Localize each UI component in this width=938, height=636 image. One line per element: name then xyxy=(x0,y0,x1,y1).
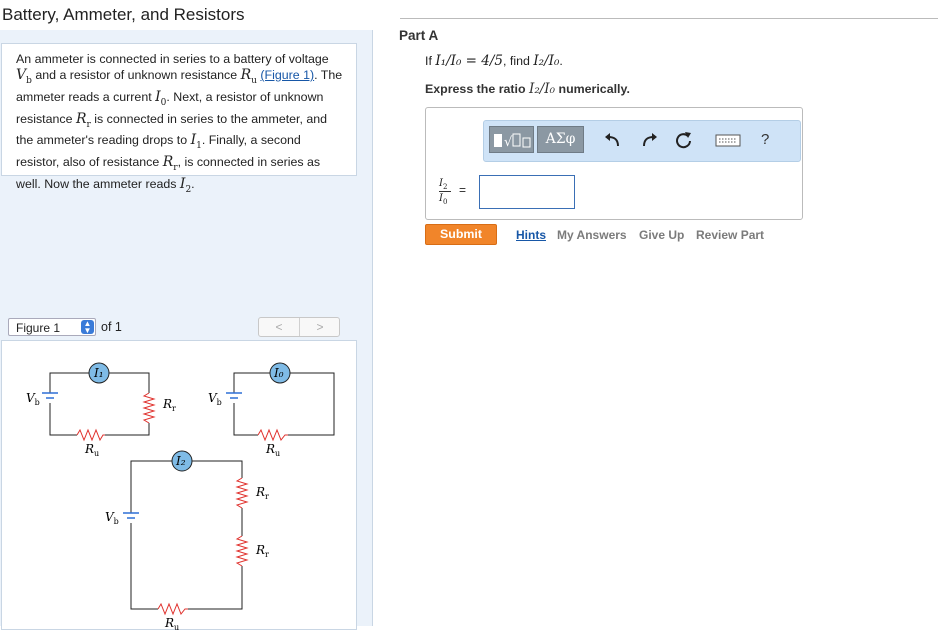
circuit-diagram: I₁ Vb Rr Ru I₀ Vb Ru I₂ Vb Rr Rr Ru xyxy=(26,362,335,632)
equals-sign: = xyxy=(459,183,467,197)
figure-count: of 1 xyxy=(101,320,122,334)
vb-label: Vb xyxy=(105,510,119,526)
ru-label: Ru xyxy=(265,442,280,458)
instruction-text: Express the ratio I₂/I₀ numerically. xyxy=(425,81,630,97)
label-numerator: I2 xyxy=(439,178,448,191)
circuit-2 xyxy=(130,460,243,610)
instruction-part: Express the ratio xyxy=(425,82,526,96)
vb-label: Vb xyxy=(26,391,40,407)
ammeter-label: I₀ xyxy=(273,366,284,380)
reset-icon[interactable] xyxy=(674,130,694,150)
part-title: Part A xyxy=(399,28,439,43)
problem-text: and a resistor of unknown resistance xyxy=(35,68,238,82)
hints-link[interactable]: Hints xyxy=(516,228,546,242)
resistor-icon xyxy=(142,392,156,424)
ammeter-label: I₁ xyxy=(93,366,104,380)
target-ratio: I₂/I₀ xyxy=(533,53,560,69)
symbol-i1: I1 xyxy=(190,132,202,152)
answer-label: I2 I0 xyxy=(437,176,457,210)
prev-figure-button[interactable]: < xyxy=(259,318,299,336)
problem-text: . xyxy=(191,176,195,191)
figure-select-value: Figure 1 xyxy=(16,321,61,335)
given-ratio: I₁/I₀ = 4/5 xyxy=(435,53,504,69)
vb-label: Vb xyxy=(208,391,222,407)
resistor-icon xyxy=(257,428,288,442)
figure-link[interactable]: (Figure 1) xyxy=(260,68,314,82)
ru-label: Ru xyxy=(164,616,179,631)
figure-navigation: Figure 1 ▲ ▼ of 1 < > xyxy=(1,316,357,340)
my-answers-link[interactable]: My Answers xyxy=(557,228,627,242)
math-toolbar: √ ΑΣφ ? xyxy=(483,120,801,162)
rr-label: Rr xyxy=(255,543,269,559)
svg-text:√: √ xyxy=(504,135,513,150)
rr-label: Rr xyxy=(162,397,176,413)
symbol-ru: Ru xyxy=(240,67,257,86)
answer-input[interactable] xyxy=(479,175,575,209)
resistor-icon xyxy=(76,428,105,442)
question-if: If xyxy=(425,54,432,68)
ru-label: Ru xyxy=(84,442,99,458)
question-end: . xyxy=(559,54,563,68)
symbol-rr2: Rr xyxy=(162,154,178,173)
figure-panel: I₁ Vb Rr Ru I₀ Vb Ru I₂ Vb Rr Rr Ru xyxy=(1,340,357,632)
header-rule xyxy=(400,18,938,19)
symbol-rr: Rr xyxy=(75,110,91,130)
figure-select[interactable]: Figure 1 ▲ ▼ xyxy=(8,318,96,336)
submit-button[interactable]: Submit xyxy=(425,224,497,245)
give-up-link[interactable]: Give Up xyxy=(639,228,684,242)
page-title: Battery, Ammeter, and Resistors xyxy=(2,5,245,24)
label-denominator: I0 xyxy=(439,193,448,206)
symbol-i2: I2 xyxy=(179,175,192,195)
action-bar: Submit Hints My Answers Give Up Review P… xyxy=(425,224,805,246)
undo-icon[interactable] xyxy=(603,130,623,150)
resistor-icon xyxy=(235,535,249,567)
symbol-vb: Vb xyxy=(16,67,32,86)
fraction-bar xyxy=(439,191,451,192)
templates-button[interactable]: √ xyxy=(489,126,534,153)
resistor-icon xyxy=(157,602,188,616)
keyboard-icon[interactable] xyxy=(715,130,741,150)
review-part-link[interactable]: Review Part xyxy=(696,228,764,242)
answer-panel: √ ΑΣφ ? I2 I0 = xyxy=(425,107,803,220)
resistor-icon xyxy=(235,477,249,509)
problem-text: An ammeter is connected in series to a b… xyxy=(16,52,329,66)
redo-icon[interactable] xyxy=(639,130,659,150)
question-find: , find xyxy=(503,54,530,68)
instruction-part: numerically. xyxy=(558,82,630,96)
left-column: An ammeter is connected in series to a b… xyxy=(0,30,373,632)
help-icon[interactable]: ? xyxy=(761,131,769,148)
rr-label: Rr xyxy=(255,485,269,501)
templates-icon: √ xyxy=(494,133,531,150)
figure-pager: < > xyxy=(258,317,340,337)
instruction-symbol: I₂/I₀ xyxy=(529,81,556,97)
select-arrows-icon: ▲ ▼ xyxy=(81,320,94,335)
greek-button[interactable]: ΑΣφ xyxy=(537,126,584,153)
problem-statement: An ammeter is connected in series to a b… xyxy=(1,43,357,195)
symbol-i0: I0 xyxy=(155,88,167,108)
question-text: If I₁/I₀ = 4/5, find I₂/I₀. xyxy=(425,53,563,69)
ammeter-label: I₂ xyxy=(175,454,186,468)
next-figure-button[interactable]: > xyxy=(300,318,340,336)
